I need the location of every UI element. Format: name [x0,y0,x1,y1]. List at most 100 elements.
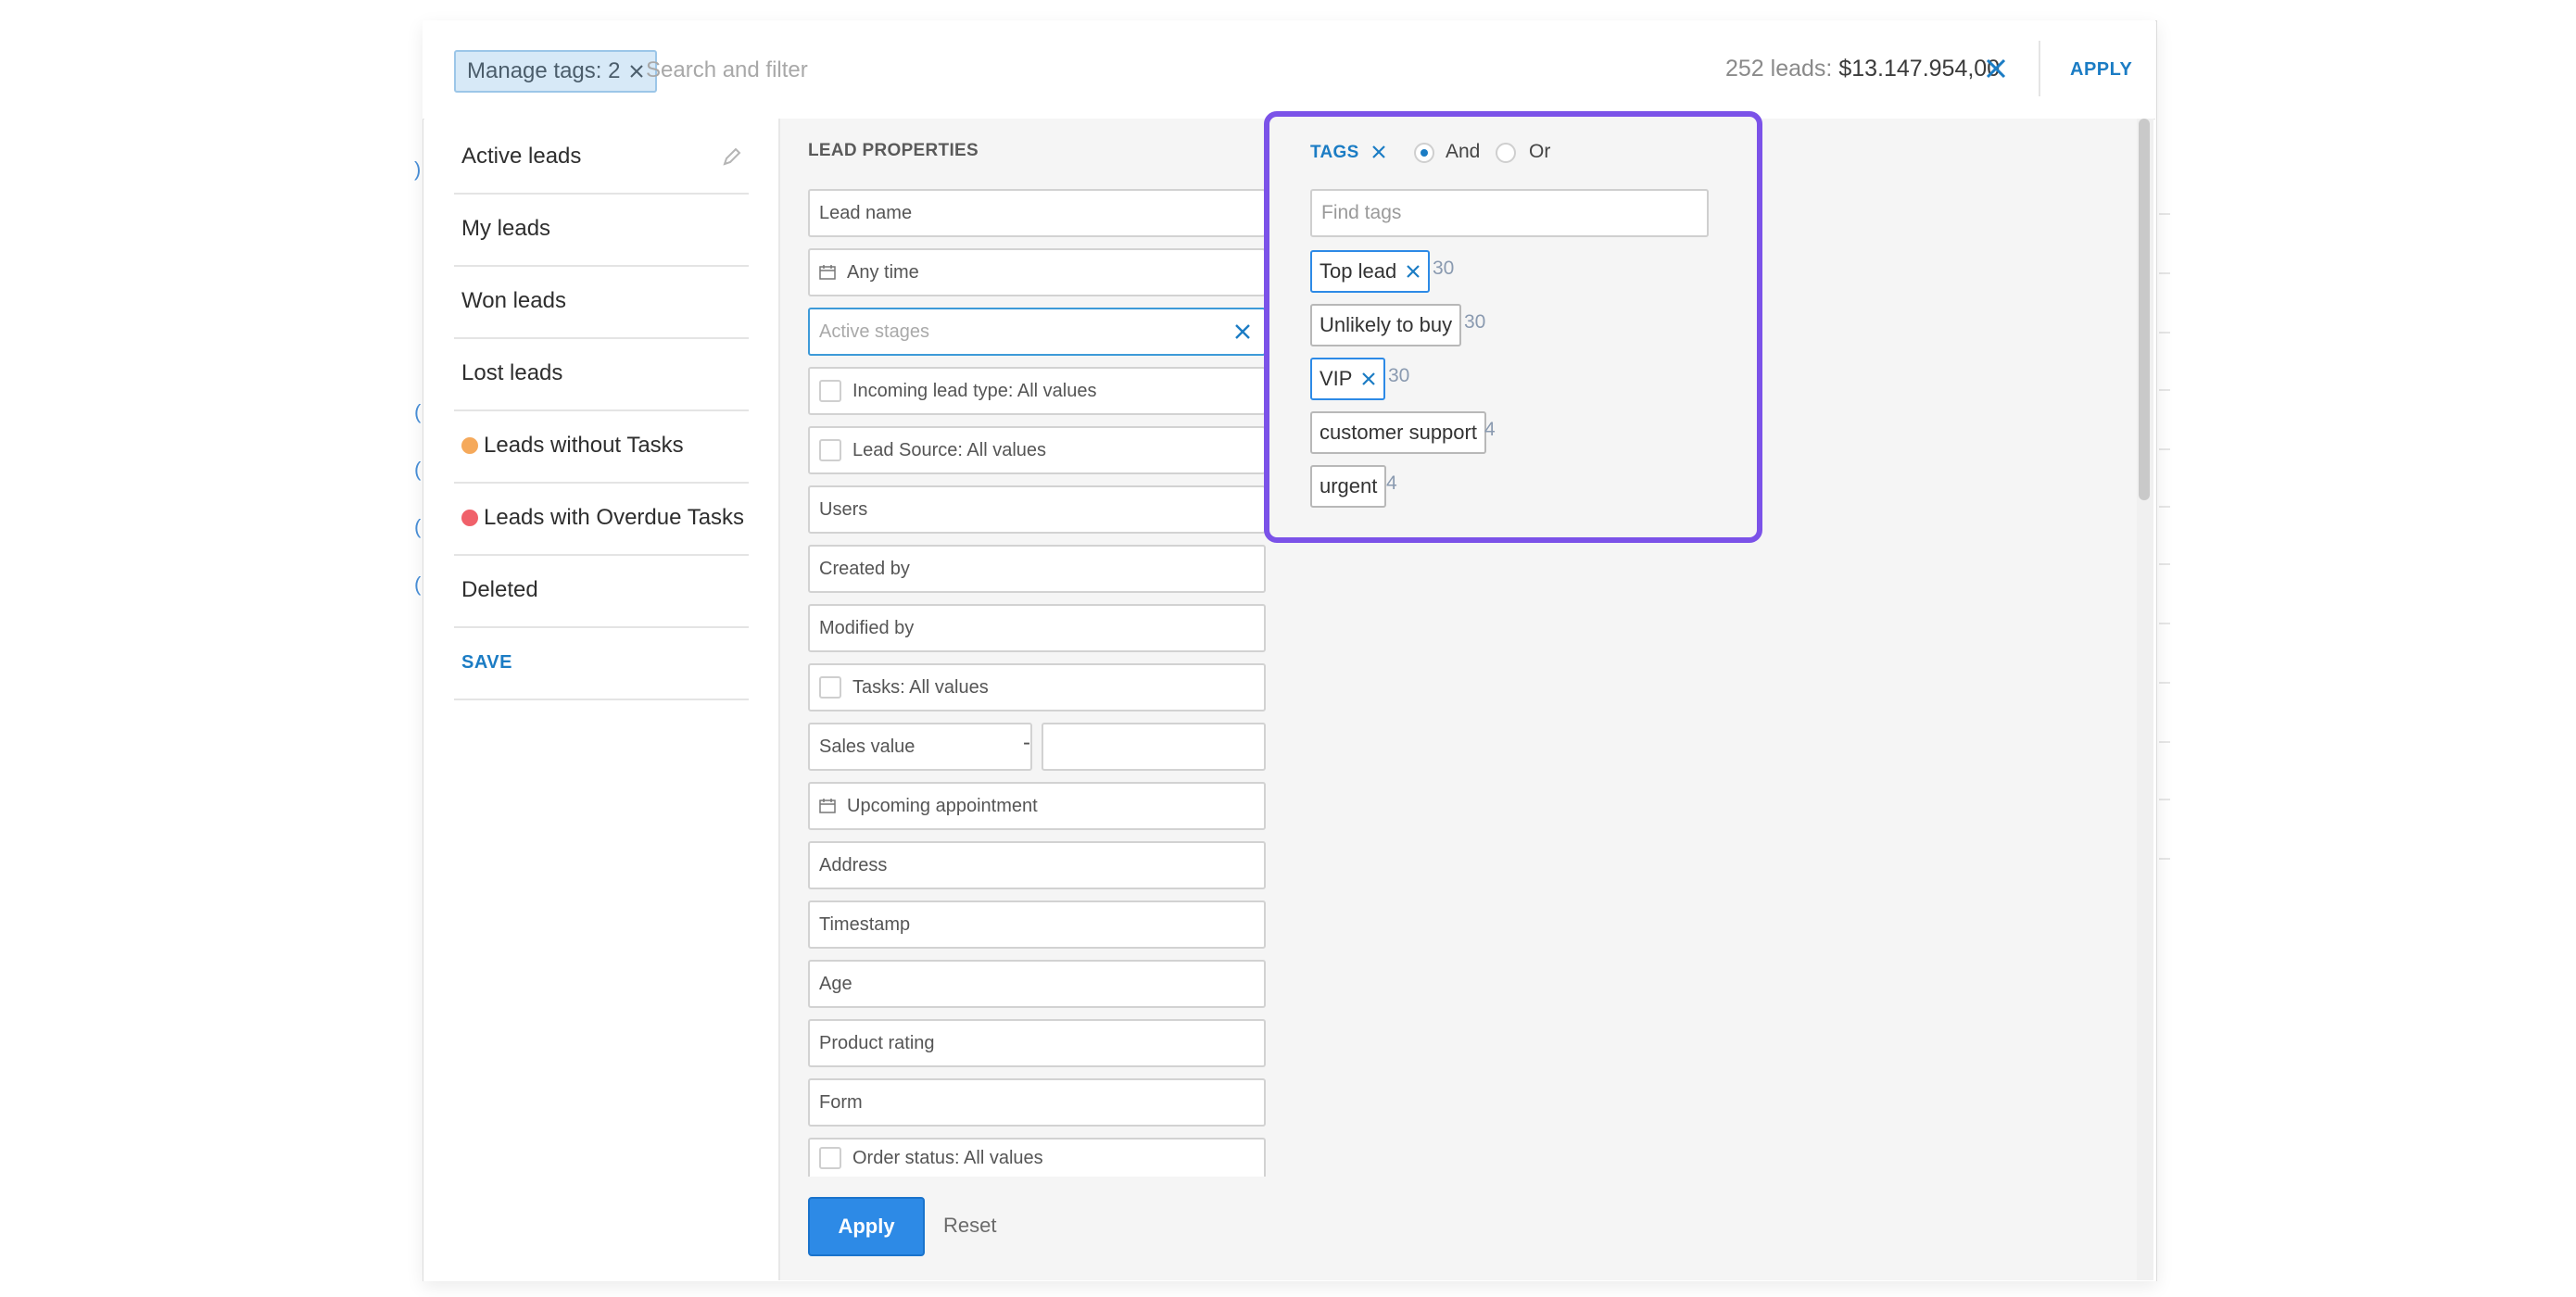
or-label: Or [1529,141,1551,162]
tag-unlikely-to-buy[interactable]: Unlikely to buy [1310,304,1462,346]
sidebar-item-lost-leads[interactable]: Lost leads [454,337,749,411]
field-placeholder: Timestamp [819,913,911,935]
created-by-field[interactable]: Created by [808,545,1266,593]
sidebar-item-label: Leads with Overdue Tasks [484,505,745,530]
leads-summary: 252 leads: $13.147.954,00 [1725,56,2000,82]
status-dot [461,437,478,454]
background-divider [2159,272,2170,274]
tasks-field[interactable]: Tasks: All values [808,663,1266,711]
tags-title-label: TAGS [1310,143,1359,162]
tag-urgent[interactable]: urgent [1310,465,1387,508]
lead-name-field[interactable]: Lead name [808,189,1266,237]
close-icon[interactable] [629,64,644,79]
field-value: Tasks: All values [852,676,989,698]
background-divider [2159,332,2170,334]
background-glyph: ) [414,157,422,181]
sidebar-item-active-leads[interactable]: Active leads [454,120,749,195]
order-status-field[interactable]: Order status: All values [808,1138,1266,1177]
checkbox-icon[interactable] [819,1147,841,1169]
background-glyph: ( [414,573,422,596]
lead-properties-title: LEAD PROPERTIES [808,141,979,160]
form-field[interactable]: Form [808,1078,1266,1127]
active-stages-field[interactable]: Active stages [808,308,1266,356]
background-divider [2159,213,2170,215]
age-field[interactable]: Age [808,960,1266,1008]
checkbox-icon[interactable] [819,439,841,461]
sidebar-item-my-leads[interactable]: My leads [454,193,749,267]
sidebar-item-won-leads[interactable]: Won leads [454,265,749,339]
clear-filter-icon[interactable] [1985,57,2007,80]
sidebar-item-label: My leads [461,216,551,241]
field-placeholder: Created by [819,558,910,579]
sidebar-item-label: Lost leads [461,360,563,385]
background-divider [2159,506,2170,508]
tag-label: VIP [1320,367,1353,390]
remove-tag-icon[interactable] [1361,371,1376,386]
field-placeholder: Address [819,854,888,875]
tag-customer-support[interactable]: customer support [1310,411,1486,454]
background-glyph: ( [414,458,422,481]
sidebar-item-leads-overdue-tasks[interactable]: Leads with Overdue Tasks [454,482,749,556]
background-glyph: ( [414,400,422,423]
modified-by-field[interactable]: Modified by [808,604,1266,652]
upcoming-appointment-field[interactable]: Upcoming appointment [808,782,1266,830]
lead-source-field[interactable]: Lead Source: All values [808,426,1266,474]
sidebar-item-label: Active leads [461,144,582,169]
apply-top-button[interactable]: APPLY [2070,59,2132,81]
sidebar-item-deleted[interactable]: Deleted [454,554,749,628]
background-divider [2159,563,2170,565]
background-divider [2159,623,2170,624]
address-field[interactable]: Address [808,841,1266,889]
tag-vip[interactable]: VIP [1310,358,1386,400]
or-radio[interactable] [1496,143,1516,163]
active-filter-chip[interactable]: Manage tags: 2 [454,50,658,93]
find-tags-input[interactable]: Find tags [1310,189,1709,237]
field-placeholder: Age [819,973,852,994]
tag-top-lead[interactable]: Top lead [1310,250,1431,293]
close-icon[interactable] [1371,145,1386,159]
checkbox-icon[interactable] [819,676,841,699]
field-placeholder: Sales value [819,736,915,757]
scrollbar-thumb[interactable] [2139,119,2150,500]
product-rating-field[interactable]: Product rating [808,1019,1266,1067]
tag-label: Top lead [1320,259,1397,283]
apply-button[interactable]: Apply [808,1197,925,1256]
status-dot [461,510,478,526]
calendar-icon [819,799,836,813]
pencil-icon[interactable] [721,145,743,168]
reset-button[interactable]: Reset [943,1214,996,1238]
calendar-icon [819,265,836,280]
background-divider [2159,682,2170,684]
date-range-field[interactable]: Any time [808,248,1266,296]
field-placeholder: Modified by [819,617,915,638]
leads-count: 252 leads: [1725,56,1833,82]
sales-value-max-field[interactable] [1042,723,1266,771]
and-label: And [1446,141,1481,162]
background-divider [2159,858,2170,860]
remove-tag-icon[interactable] [1406,264,1421,279]
checkbox-icon[interactable] [819,380,841,402]
timestamp-field[interactable]: Timestamp [808,900,1266,949]
incoming-lead-type-field[interactable]: Incoming lead type: All values [808,367,1266,415]
clear-icon[interactable] [1234,323,1251,340]
field-placeholder: Product rating [819,1032,935,1053]
field-placeholder: Active stages [819,321,929,342]
search-input[interactable]: Search and filter [646,57,808,83]
field-value: Order status: All values [852,1147,1043,1168]
tag-count: 4 [1484,419,1496,440]
and-radio[interactable] [1414,143,1434,163]
users-field[interactable]: Users [808,485,1266,534]
sidebar-item-label: Leads without Tasks [484,433,684,458]
field-value: Upcoming appointment [847,795,1038,816]
field-placeholder: Lead name [819,202,913,223]
tag-count: 30 [1464,311,1486,333]
sidebar-item-label: Won leads [461,288,566,313]
save-button[interactable]: SAVE [461,652,512,674]
leads-total: $13.147.954,00 [1838,56,2001,82]
field-value: Any time [847,261,919,283]
background-divider [2159,799,2170,800]
background-divider [2159,741,2170,743]
sidebar-item-label: Deleted [461,577,538,602]
sales-value-min-field[interactable]: Sales value [808,723,1032,771]
sidebar-item-leads-without-tasks[interactable]: Leads without Tasks [454,409,749,484]
